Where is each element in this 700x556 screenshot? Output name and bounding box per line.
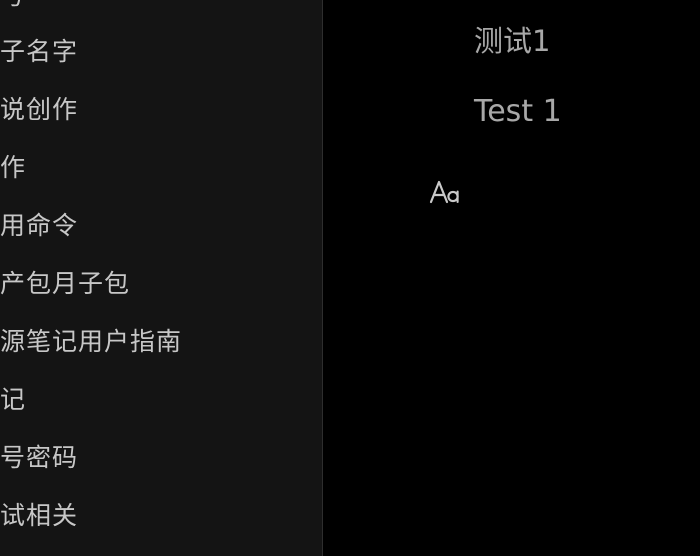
- note-editor[interactable]: 测试1 Test 1: [323, 0, 700, 556]
- sidebar-item[interactable]: 说创作: [0, 90, 78, 130]
- sidebar-item-label: 说创作: [0, 95, 79, 124]
- sidebar-item-label: 号: [0, 0, 26, 10]
- sidebar-item[interactable]: 试相关: [0, 496, 78, 536]
- sidebar-item[interactable]: 产包月子包: [0, 264, 130, 304]
- text-format-icon: [429, 180, 459, 204]
- text-format-button[interactable]: [429, 176, 463, 208]
- sidebar-item[interactable]: 记: [0, 380, 26, 420]
- sidebar-item[interactable]: 号密码: [0, 438, 78, 478]
- sidebar-item-label: 号密码: [0, 443, 79, 472]
- sidebar-item-label: 试相关: [0, 501, 79, 530]
- sidebar-item-label: 用命令: [0, 211, 79, 240]
- sidebar-item-label: 源笔记用户指南: [0, 327, 183, 356]
- sidebar-item[interactable]: 号: [0, 0, 26, 16]
- sidebar-item[interactable]: 用命令: [0, 206, 78, 246]
- notes-sidebar: 号 子名字 说创作 作 用命令 产包月子包 源笔记用户指南 记 号密码 试相关: [0, 0, 323, 556]
- sidebar-item[interactable]: 源笔记用户指南: [0, 322, 182, 362]
- sidebar-item[interactable]: 子名字: [0, 32, 78, 72]
- note-title[interactable]: 测试1: [474, 18, 550, 60]
- sidebar-item-label: 产包月子包: [0, 269, 131, 298]
- sidebar-item-label: 记: [0, 385, 27, 414]
- note-body[interactable]: Test 1: [474, 94, 562, 129]
- sidebar-item-label: 作: [0, 153, 27, 182]
- sidebar-item[interactable]: 作: [0, 148, 26, 188]
- app-window: 号 子名字 说创作 作 用命令 产包月子包 源笔记用户指南 记 号密码 试相关 …: [0, 0, 700, 556]
- sidebar-item-label: 子名字: [0, 37, 79, 66]
